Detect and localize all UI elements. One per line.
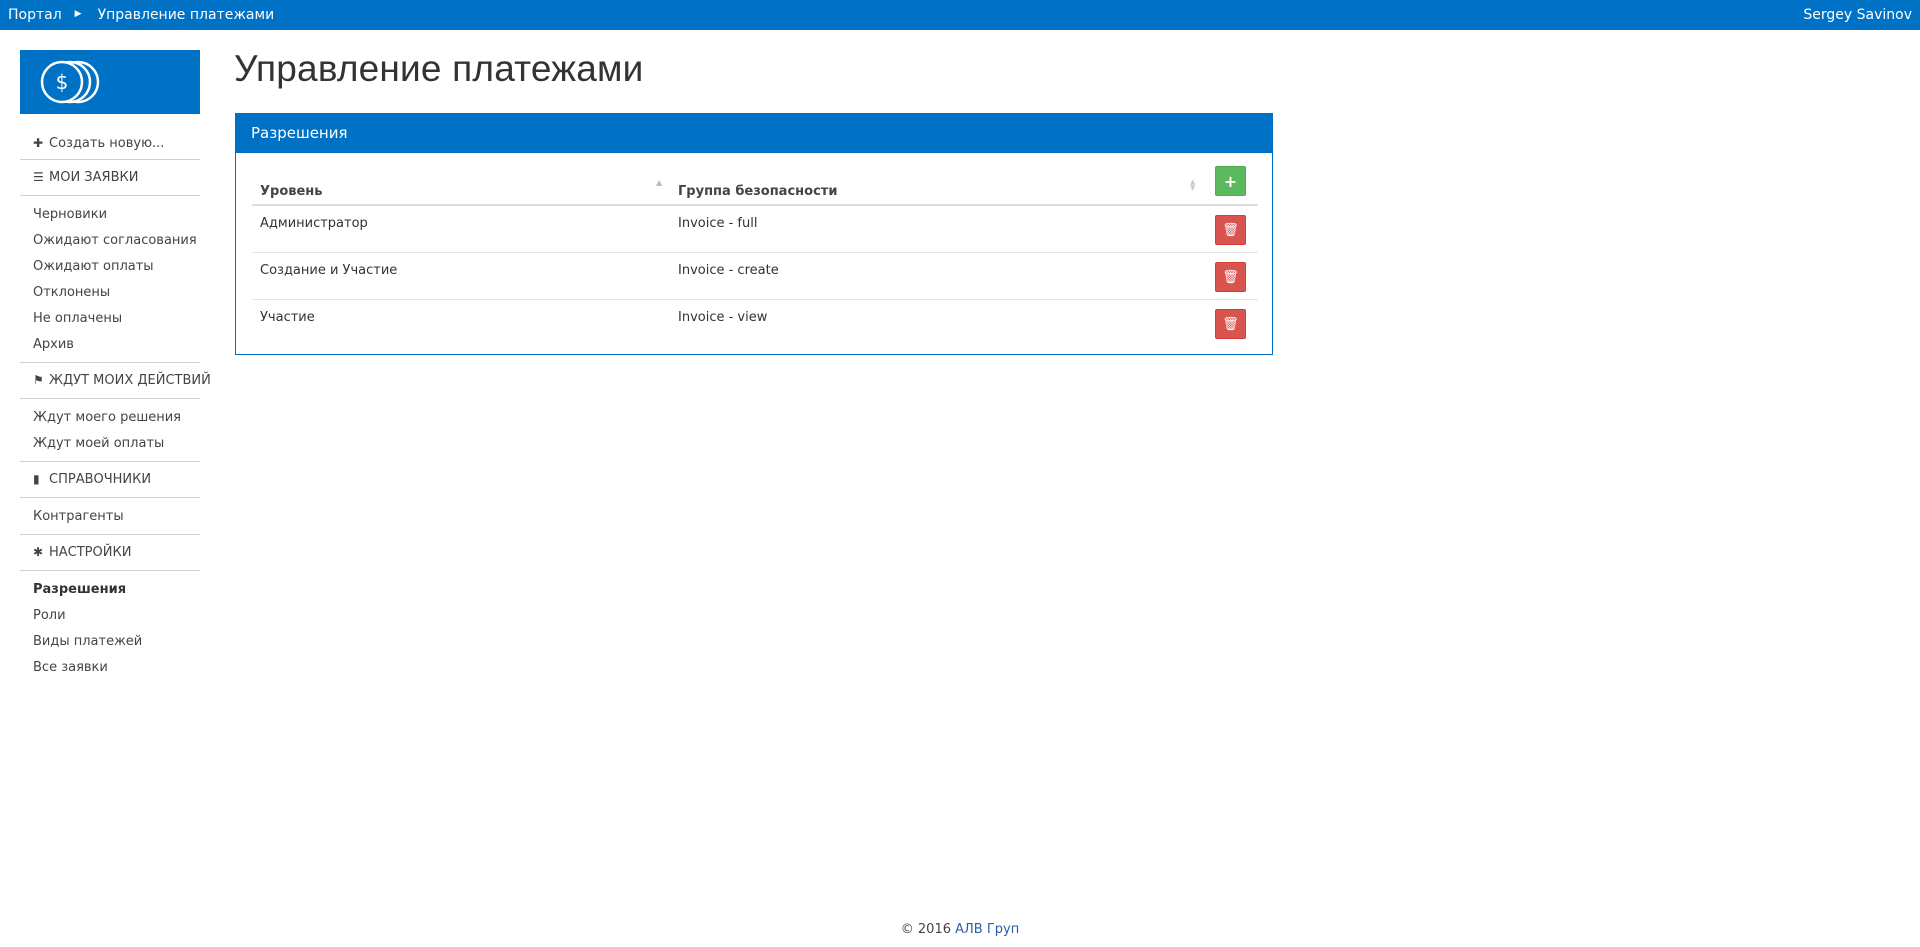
company-link[interactable]: АЛВ Груп [955, 922, 1019, 937]
permissions-panel: Разрешения Уровень ▲ Группа безопасности… [235, 113, 1273, 355]
svg-text:$: $ [56, 70, 69, 94]
permissions-table: Уровень ▲ Группа безопасности ▲ ▼ + Админ… [252, 166, 1258, 347]
sort-ascending-icon[interactable]: ▲ [656, 178, 662, 187]
section-awaiting-my-actions-items: Ждут моего решения Ждут моей оплаты [20, 399, 200, 462]
table-row: Участие Invoice - view 🗑 [252, 300, 1258, 347]
sidebar-item-counterparties[interactable]: Контрагенты [20, 504, 200, 530]
column-header-level[interactable]: Уровень [260, 184, 323, 199]
sidebar-item-rejected[interactable]: Отклонены [20, 280, 200, 306]
plus-icon: + [1223, 172, 1238, 191]
trash-icon: 🗑 [1222, 223, 1239, 238]
trash-icon: 🗑 [1222, 317, 1239, 332]
sidebar-item-archive[interactable]: Архив [20, 332, 200, 358]
app-logo[interactable]: $ [20, 50, 200, 114]
copyright-text: © 2016 [900, 922, 951, 937]
section-title: МОИ ЗАЯВКИ [49, 170, 139, 185]
list-icon: ☰ [33, 170, 44, 184]
section-my-requests: ☰ МОИ ЗАЯВКИ [20, 160, 200, 196]
sidebar-item-awaiting-my-decision[interactable]: Ждут моего решения [20, 405, 200, 431]
sidebar-item-all-requests[interactable]: Все заявки [20, 655, 200, 681]
table-row: Создание и Участие Invoice - create 🗑 [252, 253, 1258, 300]
section-awaiting-my-actions: ⚑ ЖДУТ МОИХ ДЕЙСТВИЙ [20, 363, 211, 399]
delete-row-button[interactable]: 🗑 [1215, 309, 1246, 339]
section-title: ЖДУТ МОИХ ДЕЙСТВИЙ [49, 373, 211, 388]
sidebar-item-awaiting-approval[interactable]: Ожидают согласования [20, 228, 200, 254]
cell-security-group: Invoice - view [678, 310, 768, 325]
breadcrumb-portal[interactable]: Портал [8, 0, 62, 30]
delete-row-button[interactable]: 🗑 [1215, 262, 1246, 292]
section-directories-items: Контрагенты [20, 498, 200, 535]
breadcrumb-separator-icon: ▶ [74, 9, 82, 19]
add-permission-button[interactable]: + [1215, 166, 1246, 196]
sidebar-item-unpaid[interactable]: Не оплачены [20, 306, 200, 332]
sidebar-item-drafts[interactable]: Черновики [20, 202, 200, 228]
create-new-label: Создать новую... [49, 136, 165, 151]
section-title: НАСТРОЙКИ [49, 545, 132, 560]
sidebar: ✚ Создать новую... ☰ МОИ ЗАЯВКИ Черновики … [20, 128, 211, 685]
coins-logo-icon: $ [40, 60, 100, 104]
create-new-button[interactable]: ✚ Создать новую... [20, 128, 200, 160]
section-settings-items: Разрешения Роли Виды платежей Все заявки [20, 571, 200, 685]
sidebar-item-awaiting-payment[interactable]: Ожидают оплаты [20, 254, 200, 280]
breadcrumb: Портал ▶ Управление платежами [8, 0, 274, 30]
section-my-requests-items: Черновики Ожидают согласования Ожидают о… [20, 196, 200, 363]
sidebar-item-permissions[interactable]: Разрешения [20, 577, 200, 603]
delete-row-button[interactable]: 🗑 [1215, 215, 1246, 245]
cell-security-group: Invoice - full [678, 216, 758, 231]
table-row: Администратор Invoice - full 🗑 [252, 206, 1258, 253]
sidebar-item-awaiting-my-payment[interactable]: Ждут моей оплаты [20, 431, 200, 457]
column-header-security-group[interactable]: Группа безопасности [678, 184, 837, 199]
sidebar-item-payment-types[interactable]: Виды платежей [20, 629, 200, 655]
book-icon: ▮ [33, 472, 40, 486]
flag-icon: ⚑ [33, 373, 44, 387]
cell-level: Администратор [260, 216, 368, 231]
footer: © 2016 АЛВ Груп [0, 922, 1920, 937]
gear-icon: ✱ [33, 545, 44, 559]
section-directories: ▮ СПРАВОЧНИКИ [20, 462, 200, 498]
cell-level: Участие [260, 310, 315, 325]
trash-icon: 🗑 [1222, 270, 1239, 285]
plus-icon: ✚ [33, 136, 44, 150]
top-bar: Портал ▶ Управление платежами Sergey Sav… [0, 0, 1920, 30]
breadcrumb-current[interactable]: Управление платежами [98, 0, 275, 30]
user-name[interactable]: Sergey Savinov [1803, 0, 1912, 30]
cell-level: Создание и Участие [260, 263, 398, 278]
section-settings: ✱ НАСТРОЙКИ [20, 535, 200, 571]
sort-both-icon[interactable]: ▲ ▼ [1190, 179, 1195, 192]
section-title: СПРАВОЧНИКИ [49, 472, 152, 487]
sidebar-item-roles[interactable]: Роли [20, 603, 200, 629]
panel-title: Разрешения [236, 114, 1272, 153]
table-header: Уровень ▲ Группа безопасности ▲ ▼ + [252, 166, 1258, 206]
page-title: Управление платежами [234, 48, 644, 89]
cell-security-group: Invoice - create [678, 263, 779, 278]
